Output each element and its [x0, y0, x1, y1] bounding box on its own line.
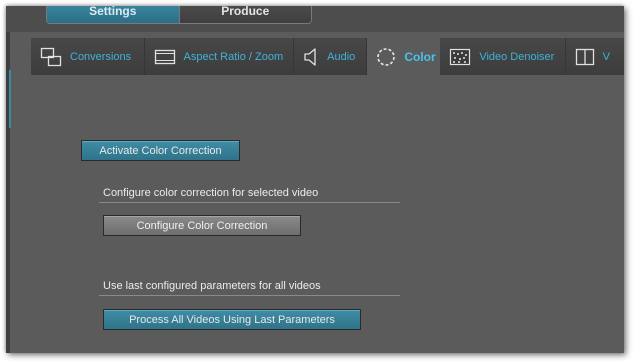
conversions-icon — [40, 47, 62, 67]
tab-video-denoiser[interactable]: Video Denoiser — [440, 38, 566, 75]
tab-aspect-ratio-zoom[interactable]: Aspect Ratio / Zoom — [144, 38, 295, 75]
top-bar: Settings Produce — [6, 6, 624, 32]
settings-tab-bar: Conversions Aspect Ratio / Zoom Audio Co… — [31, 38, 624, 75]
settings-mode-button[interactable]: Settings — [47, 6, 180, 23]
tab-more[interactable]: V — [565, 38, 624, 75]
speaker-icon — [303, 47, 319, 67]
left-panel-accent — [9, 70, 11, 128]
produce-mode-button[interactable]: Produce — [179, 6, 311, 23]
section-divider — [99, 295, 400, 296]
tab-label: Conversions — [70, 50, 132, 63]
tab-label: Color — [404, 49, 436, 64]
activate-color-correction-button[interactable]: Activate Color Correction — [81, 140, 240, 161]
denoiser-icon — [449, 48, 471, 66]
section-divider — [99, 202, 400, 203]
tab-audio[interactable]: Audio — [294, 38, 368, 75]
app-window: Settings Produce Conversions Aspect Rati… — [6, 6, 624, 353]
tab-label: V — [602, 50, 610, 63]
configure-color-correction-button[interactable]: Configure Color Correction — [103, 215, 301, 236]
tab-label: Audio — [327, 50, 356, 63]
mode-toggle: Settings Produce — [46, 6, 312, 24]
tab-label: Video Denoiser — [479, 50, 555, 63]
color-settings-panel: Activate Color Correction Configure colo… — [31, 75, 624, 353]
aspect-ratio-icon — [154, 48, 176, 66]
tab-conversions[interactable]: Conversions — [31, 38, 145, 75]
process-all-videos-button[interactable]: Process All Videos Using Last Parameters — [103, 309, 361, 330]
color-circle-icon — [376, 47, 396, 67]
configure-section-label: Configure color correction for selected … — [103, 187, 319, 199]
tab-label: Aspect Ratio / Zoom — [183, 50, 284, 63]
tab-color[interactable]: Color — [367, 38, 441, 75]
last-params-section-label: Use last configured parameters for all v… — [103, 280, 321, 292]
split-view-icon — [575, 48, 595, 66]
